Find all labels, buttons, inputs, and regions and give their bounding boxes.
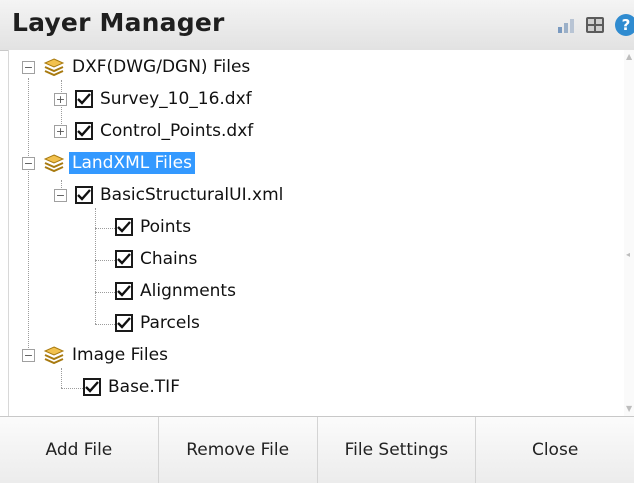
tree-group-dxf[interactable]: − DXF(DWG/DGN) Files	[22, 53, 253, 81]
group-label-selected: LandXML Files	[69, 152, 195, 174]
layer-checkbox[interactable]	[75, 122, 93, 140]
layer-checkbox[interactable]	[75, 90, 93, 108]
layer-checkbox[interactable]	[115, 218, 133, 236]
sublayer-label: Parcels	[140, 313, 200, 333]
tree-line	[95, 292, 115, 293]
tree-line	[61, 388, 83, 389]
file-label: Survey_10_16.dxf	[100, 89, 252, 109]
close-button[interactable]: Close	[476, 417, 634, 483]
layer-checkbox[interactable]	[75, 186, 93, 204]
layer-stack-icon	[43, 153, 65, 173]
expand-toggle[interactable]: +	[54, 92, 67, 106]
tree-line	[61, 368, 62, 388]
tree-line	[28, 166, 29, 356]
layer-checkbox[interactable]	[115, 282, 133, 300]
layer-checkbox[interactable]	[115, 250, 133, 268]
tree-item-file[interactable]: − BasicStructuralUI.xml	[54, 181, 286, 209]
file-label: BasicStructuralUI.xml	[100, 185, 284, 205]
group-label: DXF(DWG/DGN) Files	[72, 57, 251, 77]
file-settings-button[interactable]: File Settings	[318, 417, 477, 483]
group-label: Image Files	[72, 345, 168, 365]
tree-item-file[interactable]: + Survey_10_16.dxf	[54, 85, 255, 113]
collapse-toggle[interactable]: −	[54, 188, 67, 202]
title-bar: Layer Manager ?	[0, 0, 634, 51]
window-title: Layer Manager	[12, 8, 225, 37]
collapse-toggle[interactable]: −	[22, 60, 35, 74]
tree-group-landxml[interactable]: − LandXML Files	[22, 149, 195, 177]
sublayer-label: Alignments	[140, 281, 236, 301]
collapse-toggle[interactable]: −	[22, 156, 35, 170]
layer-tree[interactable]: − DXF(DWG/DGN) Files + Survey_10_16.dxf …	[8, 50, 625, 416]
layers-icon[interactable]	[556, 14, 578, 36]
scroll-down-icon[interactable]: ▼	[626, 404, 632, 413]
title-bar-icons: ?	[556, 13, 634, 37]
scroll-mid-icon: ◂	[626, 250, 631, 259]
collapse-toggle[interactable]: −	[22, 348, 35, 362]
file-label: Control_Points.dxf	[100, 121, 254, 141]
tree-line	[95, 208, 96, 324]
file-label: Base.TIF	[108, 377, 180, 397]
tree-item-sublayer[interactable]: Chains	[115, 245, 200, 273]
help-icon[interactable]: ?	[612, 14, 634, 36]
layer-checkbox[interactable]	[115, 314, 133, 332]
layer-stack-icon	[43, 57, 65, 77]
sublayer-label: Chains	[140, 249, 198, 269]
button-bar: Add File Remove File File Settings Close	[0, 416, 634, 483]
help-glyph: ?	[615, 14, 634, 36]
tree-line	[95, 324, 115, 325]
tree-item-sublayer[interactable]: Alignments	[115, 277, 239, 305]
layer-checkbox[interactable]	[83, 378, 101, 396]
remove-file-button[interactable]: Remove File	[159, 417, 318, 483]
tree-item-file[interactable]: Base.TIF	[83, 373, 183, 401]
sublayer-label: Points	[140, 217, 192, 237]
tree-group-image[interactable]: − Image Files	[22, 341, 171, 369]
tree-item-sublayer[interactable]: Parcels	[115, 309, 203, 337]
tree-item-file[interactable]: + Control_Points.dxf	[54, 117, 256, 145]
add-file-button[interactable]: Add File	[0, 417, 159, 483]
tree-line	[95, 260, 115, 261]
layer-manager-window: Layer Manager ? − DXF(DWG/DGN) Files + S…	[0, 0, 634, 483]
tree-item-sublayer[interactable]: Points	[115, 213, 194, 241]
layer-stack-icon	[43, 345, 65, 365]
expand-toggle[interactable]: +	[54, 124, 67, 138]
tree-line	[95, 228, 115, 229]
grid-icon[interactable]	[584, 14, 606, 36]
vertical-scrollbar[interactable]: ▲ ◂ ▼	[624, 50, 634, 416]
scroll-up-icon[interactable]: ▲	[626, 52, 632, 61]
